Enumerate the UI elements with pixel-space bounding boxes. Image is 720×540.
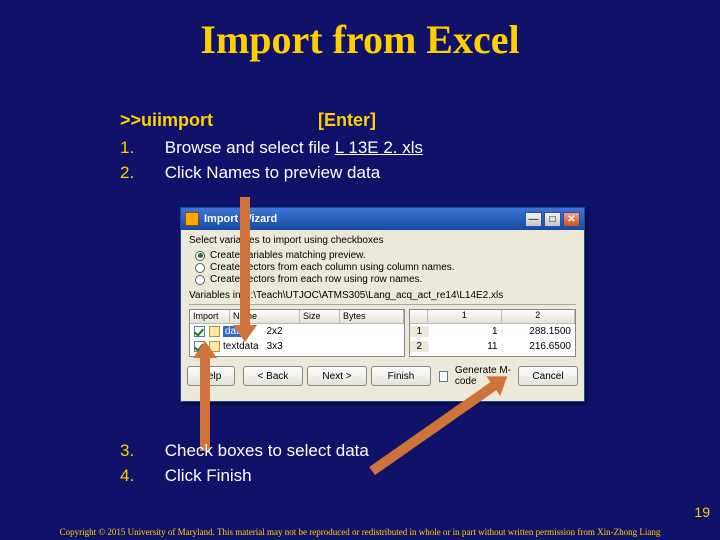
cell: 11 — [428, 341, 501, 352]
list-row-data[interactable]: data 2x2 — [190, 324, 404, 339]
radio-label: Create variables matching preview. — [210, 250, 366, 261]
step-4: 4. Click Finish — [120, 463, 660, 488]
variable-icon — [209, 326, 220, 337]
cell: 216.6500 — [502, 341, 575, 352]
help-button[interactable]: Help — [187, 366, 235, 386]
radio-column-vectors[interactable]: Create vectors from each column using co… — [195, 262, 576, 273]
row-head: 2 — [410, 341, 428, 352]
wizard-buttons: Help < Back Next > Finish Generate M-cod… — [181, 357, 584, 393]
preview-corner — [410, 310, 428, 323]
preview-header: 1 2 — [410, 310, 575, 324]
finish-button[interactable]: Finish — [371, 366, 431, 386]
file-link: L 13E 2. xls — [335, 138, 423, 157]
steps-top: 1. Browse and select file L 13E 2. xls 2… — [120, 135, 660, 185]
radio-row-vectors[interactable]: Create vectors from each row using row n… — [195, 274, 576, 285]
radio-matching-preview[interactable]: Create variables matching preview. — [195, 250, 576, 261]
enter-key: [Enter] — [318, 110, 376, 130]
next-button[interactable]: Next > — [307, 366, 367, 386]
maximize-button[interactable]: □ — [544, 212, 561, 227]
step-text: Click Finish — [165, 466, 252, 485]
preview-row: 2 11 216.6500 — [410, 339, 575, 354]
close-button[interactable]: ✕ — [563, 212, 580, 227]
wizard-icon — [185, 212, 199, 226]
step-number: 2. — [120, 160, 160, 185]
page-number: 19 — [694, 504, 710, 520]
command-line: >>uiimport [Enter] — [120, 110, 660, 131]
checkbox[interactable] — [194, 326, 205, 337]
preview-col-2: 2 — [502, 310, 575, 323]
variable-size: 3x3 — [267, 341, 283, 352]
cell: 288.1500 — [502, 326, 575, 337]
preview-table[interactable]: 1 2 1 1 288.1500 2 11 216.6500 — [409, 309, 576, 357]
cell: 1 — [428, 326, 501, 337]
cancel-button[interactable]: Cancel — [518, 366, 578, 386]
list-header: Import Name Size Bytes — [190, 310, 404, 324]
arrow-down-names — [240, 197, 250, 327]
window-title: Import Wizard — [204, 213, 523, 225]
radio-icon[interactable] — [195, 275, 205, 285]
step-number: 4. — [120, 463, 160, 488]
col-import: Import — [190, 310, 230, 323]
col-size: Size — [300, 310, 340, 323]
variable-name: textdata — [223, 341, 259, 352]
row-head: 1 — [410, 326, 428, 337]
steps-bottom: 3. Check boxes to select data 4. Click F… — [120, 438, 660, 488]
radio-icon[interactable] — [195, 251, 205, 261]
step-number: 1. — [120, 135, 160, 160]
step-number: 3. — [120, 438, 160, 463]
checkbox[interactable] — [439, 371, 448, 382]
variables-list[interactable]: Import Name Size Bytes data 2x2 textdata… — [189, 309, 405, 357]
copyright: Copyright © 2015 University of Maryland.… — [0, 527, 720, 537]
step-text: Browse and select file L 13E 2. xls — [165, 138, 423, 157]
step-3: 3. Check boxes to select data — [120, 438, 660, 463]
arrow-up-checkbox — [200, 356, 210, 451]
slide-title: Import from Excel — [0, 0, 720, 63]
command-text: uiimport — [141, 110, 213, 130]
preview-col-1: 1 — [428, 310, 501, 323]
list-row-textdata[interactable]: textdata 3x3 — [190, 339, 404, 354]
content-area: >>uiimport [Enter] 1. Browse and select … — [120, 110, 660, 185]
back-button[interactable]: < Back — [243, 366, 303, 386]
step-text-pre: Browse and select file — [165, 138, 335, 157]
step-text: Check boxes to select data — [165, 441, 369, 460]
variable-size: 2x2 — [266, 326, 282, 337]
col-bytes: Bytes — [340, 310, 404, 323]
step-text: Click Names to preview data — [165, 163, 380, 182]
step-2: 2. Click Names to preview data — [120, 160, 660, 185]
minimize-button[interactable]: — — [525, 212, 542, 227]
step-1: 1. Browse and select file L 13E 2. xls — [120, 135, 660, 160]
preview-row: 1 1 288.1500 — [410, 324, 575, 339]
prompt: >> — [120, 110, 141, 130]
radio-icon[interactable] — [195, 263, 205, 273]
